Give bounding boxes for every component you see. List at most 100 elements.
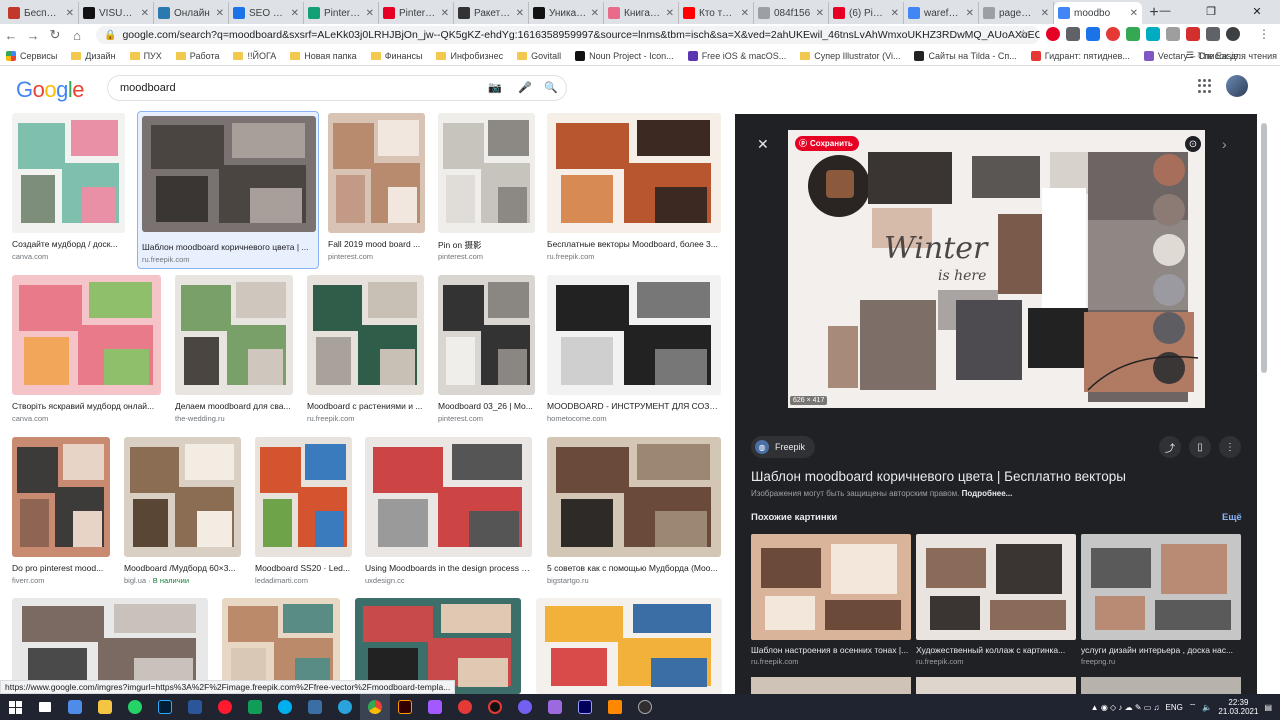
close-tab-icon[interactable]: ✕ <box>741 8 749 19</box>
photoshop-icon[interactable] <box>150 694 180 720</box>
browser-tab[interactable]: warefran ✕ <box>904 2 979 24</box>
result-caption[interactable]: Moodboard /Мудборд 60×3... <box>124 563 241 573</box>
window-app-icon[interactable] <box>300 694 330 720</box>
image-result[interactable]: 5 советов как с помощью Мудборда (Moo...… <box>547 437 721 591</box>
puzzle-icon[interactable] <box>1206 27 1220 41</box>
result-caption[interactable]: Do pro pinterest mood... <box>12 563 110 573</box>
notifications-icon[interactable]: ▤ <box>1264 703 1272 712</box>
reload-button[interactable]: ↻ <box>44 24 66 46</box>
scrollbar-thumb[interactable] <box>1261 123 1267 373</box>
close-icon[interactable]: ✕ <box>757 136 769 153</box>
close-tab-icon[interactable]: ✕ <box>441 8 449 19</box>
telegram-icon[interactable] <box>330 694 360 720</box>
extension-icon[interactable] <box>1086 27 1100 41</box>
image-result[interactable]: MOODBOARD - ИНСТРУМЕНТ ДЛЯ СОЗДА... homet… <box>547 275 721 429</box>
result-thumbnail[interactable] <box>12 437 110 557</box>
camera-app-icon[interactable] <box>60 694 90 720</box>
illustrator-icon[interactable] <box>390 694 420 720</box>
page-scrollbar[interactable] <box>1259 111 1280 694</box>
microphone-icon[interactable]: 🎤 <box>518 81 532 94</box>
search-box[interactable]: moodboard 📷 🎤 🔍 <box>107 75 567 101</box>
word-icon[interactable] <box>180 694 210 720</box>
similar-thumbnail[interactable] <box>1081 534 1241 640</box>
back-button[interactable]: ← <box>0 24 22 46</box>
browser-tab[interactable]: Бесплат ✕ <box>4 2 79 24</box>
close-tab-icon[interactable]: ✕ <box>666 8 674 19</box>
browser-tab[interactable]: (6) Pinte ✕ <box>829 2 904 24</box>
camera-icon[interactable]: 📷 <box>488 81 502 94</box>
share-icon[interactable]: ⤴ <box>1159 436 1181 458</box>
browser-tab[interactable]: Pinterest ✕ <box>379 2 454 24</box>
sheets-icon[interactable] <box>240 694 270 720</box>
menu-dots-icon[interactable]: ⋮ <box>1258 27 1270 41</box>
chevron-right-icon[interactable]: › <box>1222 136 1227 152</box>
close-tab-icon[interactable]: ✕ <box>516 8 524 19</box>
similar-more-link[interactable]: Ещё <box>1222 512 1242 523</box>
profile-icon[interactable] <box>1226 27 1240 41</box>
image-result[interactable] <box>536 598 722 694</box>
file-explorer-icon[interactable] <box>90 694 120 720</box>
task-view-icon[interactable] <box>30 694 60 720</box>
yandex-icon[interactable] <box>450 694 480 720</box>
image-result[interactable]: Do pro pinterest mood... fiverr.com <box>12 437 110 591</box>
result-caption[interactable]: Moodboard с растениями и ... <box>307 401 424 411</box>
lens-icon[interactable]: ⊙ <box>1185 136 1201 152</box>
extension-icon[interactable] <box>1126 27 1140 41</box>
close-tab-icon[interactable]: ✕ <box>66 8 74 19</box>
bookmark-item[interactable]: Гидрант: пятиднев... <box>1030 50 1130 61</box>
copyright-link[interactable]: Подробнее... <box>962 489 1013 498</box>
image-result[interactable]: Шаблон moodboard коричневого цвета | ...… <box>137 111 319 269</box>
bookmark-item[interactable]: ПУХ <box>129 51 162 61</box>
close-window-button[interactable]: ✕ <box>1234 0 1280 22</box>
forward-button[interactable]: → <box>22 24 44 46</box>
result-caption[interactable]: Шаблон moodboard коричневого цвета | ... <box>138 242 320 252</box>
result-thumbnail[interactable] <box>438 113 535 233</box>
image-result[interactable]: Using Moodboards in the design process |… <box>365 437 532 591</box>
figma-icon[interactable] <box>420 694 450 720</box>
reading-list-button[interactable]: ☰ Список для чтения <box>1186 50 1277 61</box>
apps-grid-icon[interactable] <box>1198 79 1212 93</box>
opera-icon[interactable] <box>210 694 240 720</box>
whatsapp-icon[interactable] <box>120 694 150 720</box>
browser-tab[interactable]: SEO в Бу ✕ <box>229 2 304 24</box>
pinterest-save-button[interactable]: ⓟ Сохранить <box>795 136 859 151</box>
image-result[interactable]: Бесплатные векторы Moodboard, более 3...… <box>547 113 721 267</box>
image-result[interactable]: Moodboard /Мудборд 60×3... bigl.ua · В на… <box>124 437 241 591</box>
similar-thumbnail[interactable] <box>1081 677 1241 694</box>
bookmark-item[interactable]: Супер Illustrator (Vi... <box>800 51 900 61</box>
close-tab-icon[interactable]: ✕ <box>291 8 299 19</box>
result-caption[interactable]: Using Moodboards in the design process |… <box>365 563 532 573</box>
bookmark-item[interactable]: Инфобизнес <box>436 51 503 61</box>
obs-icon[interactable] <box>630 694 660 720</box>
image-result[interactable]: Moodboard SS20 · Led... ledadimarti.com <box>255 437 352 591</box>
result-thumbnail[interactable] <box>12 113 125 233</box>
address-bar[interactable]: 🔒 google.com/search?q=moodboard&sxsrf=AL… <box>96 26 1040 44</box>
after-effects-icon[interactable] <box>570 694 600 720</box>
close-tab-icon[interactable]: ✕ <box>1130 8 1138 19</box>
tray-icons[interactable]: ▲ ◉ ◇ ♪ ☁ ✎ ▭ ♫ <box>1091 703 1160 712</box>
search-icon[interactable]: 🔍 <box>544 81 558 94</box>
result-caption[interactable]: Делаем moodboard для сва... <box>175 401 293 411</box>
similar-image[interactable]: Художественный коллаж с картинка... ru.fr… <box>916 534 1076 666</box>
result-caption[interactable]: Створіть яскравий мудборд онлай... <box>12 401 161 411</box>
language-indicator[interactable]: ENG <box>1166 703 1183 712</box>
image-result[interactable]: Moodboard с растениями и ... ru.freepik.c… <box>307 275 424 429</box>
result-thumbnail[interactable] <box>142 116 316 232</box>
close-tab-icon[interactable]: ✕ <box>1041 8 1049 19</box>
avatar[interactable] <box>1226 75 1248 97</box>
browser-tab[interactable]: Pinterest ✕ <box>304 2 379 24</box>
bookmark-item[interactable]: Новая папка <box>290 51 357 61</box>
close-tab-icon[interactable]: ✕ <box>141 8 149 19</box>
start-button[interactable] <box>0 694 30 720</box>
result-thumbnail[interactable] <box>328 113 425 233</box>
result-thumbnail[interactable] <box>547 275 721 395</box>
extension-icon[interactable] <box>1146 27 1160 41</box>
similar-image[interactable]: Шаблон настроения в осенних тонах |... ru… <box>751 534 911 666</box>
similar-image[interactable]: услуги дизайн интерьера , доска нас... fr… <box>1081 534 1241 666</box>
image-result[interactable]: Pin on 摄影 pinterest.com <box>438 113 535 267</box>
close-tab-icon[interactable]: ✕ <box>891 8 899 19</box>
opera-extension-icon[interactable] <box>1106 27 1120 41</box>
browser-tab[interactable]: 084f156 ✕ <box>754 2 829 24</box>
browser-tab[interactable]: moodbo ✕ <box>1054 2 1142 24</box>
browser-tab[interactable]: page_1.j ✕ <box>979 2 1054 24</box>
